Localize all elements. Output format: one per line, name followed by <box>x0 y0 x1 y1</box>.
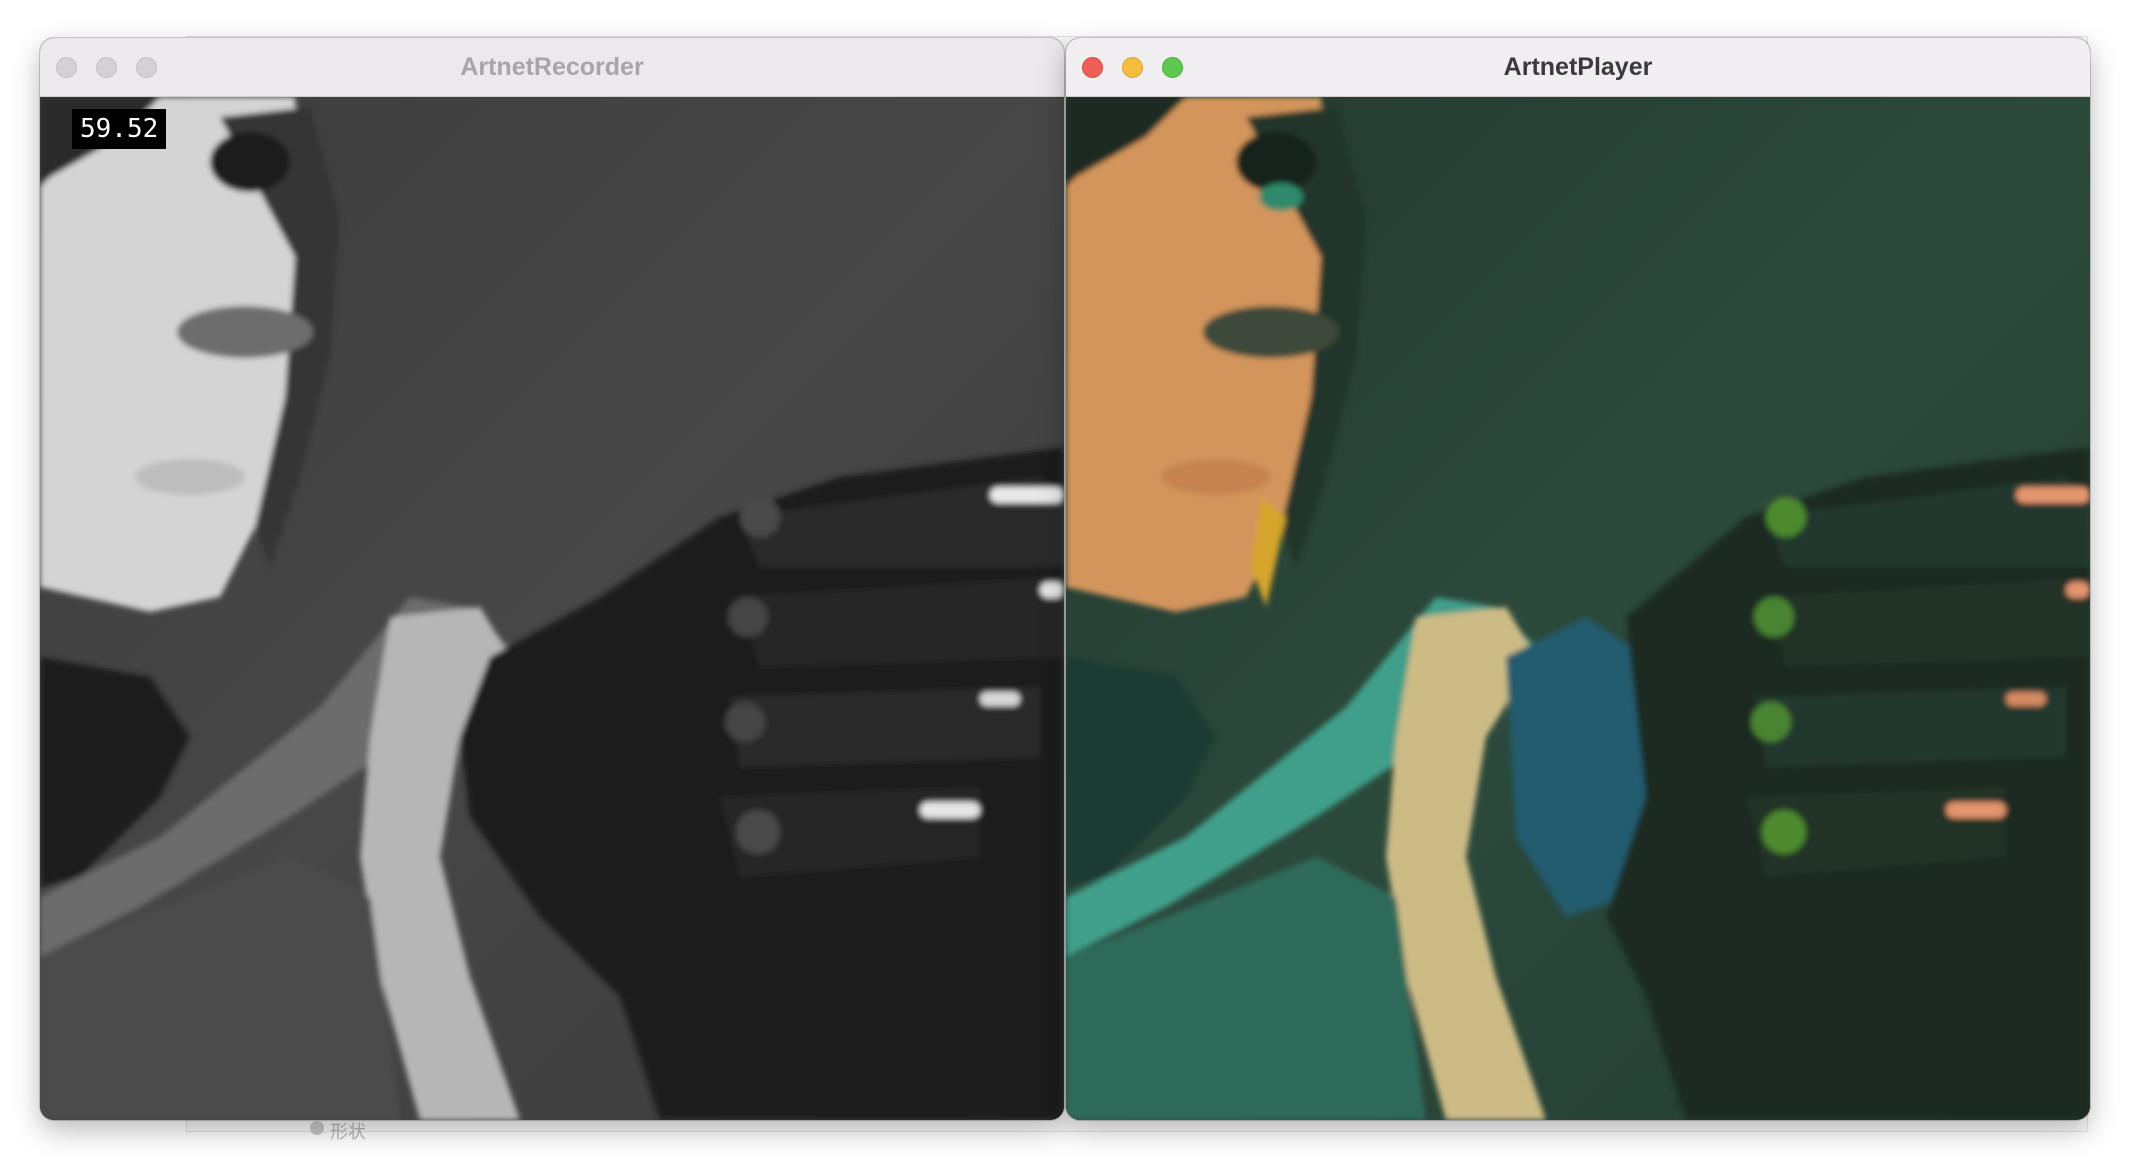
close-button[interactable] <box>56 57 77 78</box>
close-button[interactable] <box>1082 57 1103 78</box>
maximize-button[interactable] <box>1162 57 1183 78</box>
window-title: ArtnetPlayer <box>1503 52 1653 81</box>
minimize-button[interactable] <box>1122 57 1143 78</box>
background-bullet-icon <box>310 1121 324 1135</box>
color-frame-image <box>1066 97 2090 1120</box>
video-canvas <box>1066 97 2090 1120</box>
video-canvas: 59.52 <box>40 97 1064 1120</box>
titlebar[interactable]: ArtnetRecorder <box>40 38 1064 97</box>
maximize-button[interactable] <box>136 57 157 78</box>
minimize-button[interactable] <box>96 57 117 78</box>
artnet-recorder-window[interactable]: ArtnetRecorder 59.52 <box>40 38 1064 1120</box>
background-label: 形状 <box>330 1122 366 1142</box>
titlebar[interactable]: ArtnetPlayer <box>1066 38 2090 97</box>
grayscale-frame-image <box>40 97 1064 1120</box>
window-title: ArtnetRecorder <box>460 52 644 81</box>
artnet-player-window[interactable]: ArtnetPlayer <box>1066 38 2090 1120</box>
fps-readout: 59.52 <box>72 109 167 149</box>
